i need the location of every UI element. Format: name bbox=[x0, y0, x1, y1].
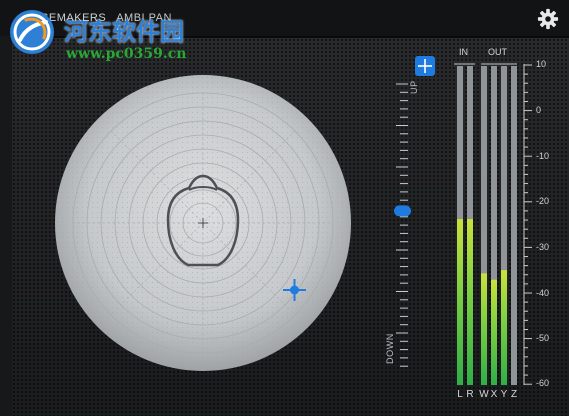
channel-label: X bbox=[490, 389, 498, 400]
scale-label: -30 bbox=[536, 242, 550, 252]
meter-track bbox=[511, 66, 517, 385]
scale-label: 0 bbox=[536, 105, 542, 115]
channel-label: L bbox=[457, 389, 463, 400]
scale-label: -60 bbox=[536, 378, 550, 388]
watermark-logo bbox=[10, 10, 54, 54]
out-label: OUT bbox=[488, 47, 507, 57]
channel-label: R bbox=[466, 389, 474, 400]
watermark-url: www.pc0359.cn bbox=[66, 46, 187, 62]
channel-label: Y bbox=[500, 389, 508, 400]
meter-fill-x bbox=[491, 279, 497, 385]
down-label: DOWN bbox=[385, 333, 395, 364]
elevation-handle[interactable] bbox=[394, 205, 411, 217]
plugin-window: NOISEMAKERS AMBI PAN UP DOWN IN OUT 10 0… bbox=[0, 0, 569, 416]
scale-label: -50 bbox=[536, 333, 550, 343]
scale-label: 10 bbox=[536, 59, 547, 69]
meter-fill-r bbox=[467, 219, 473, 385]
meter-fill-w bbox=[481, 273, 487, 385]
meter-fill-y bbox=[501, 270, 507, 385]
panner-pad[interactable] bbox=[55, 75, 351, 371]
elevation-slider[interactable] bbox=[394, 56, 435, 367]
main-canvas bbox=[55, 56, 532, 385]
scale-label: -40 bbox=[536, 288, 550, 298]
watermark-title: 河东软件园 bbox=[64, 18, 184, 46]
meter-fill-l bbox=[457, 219, 463, 385]
in-label: IN bbox=[459, 47, 468, 57]
scale-label: -20 bbox=[536, 196, 550, 206]
channel-label: W bbox=[479, 389, 489, 400]
scale-label: -10 bbox=[536, 151, 550, 161]
channel-label: Z bbox=[510, 389, 518, 400]
level-meters bbox=[454, 63, 532, 385]
up-label: UP bbox=[409, 80, 419, 94]
